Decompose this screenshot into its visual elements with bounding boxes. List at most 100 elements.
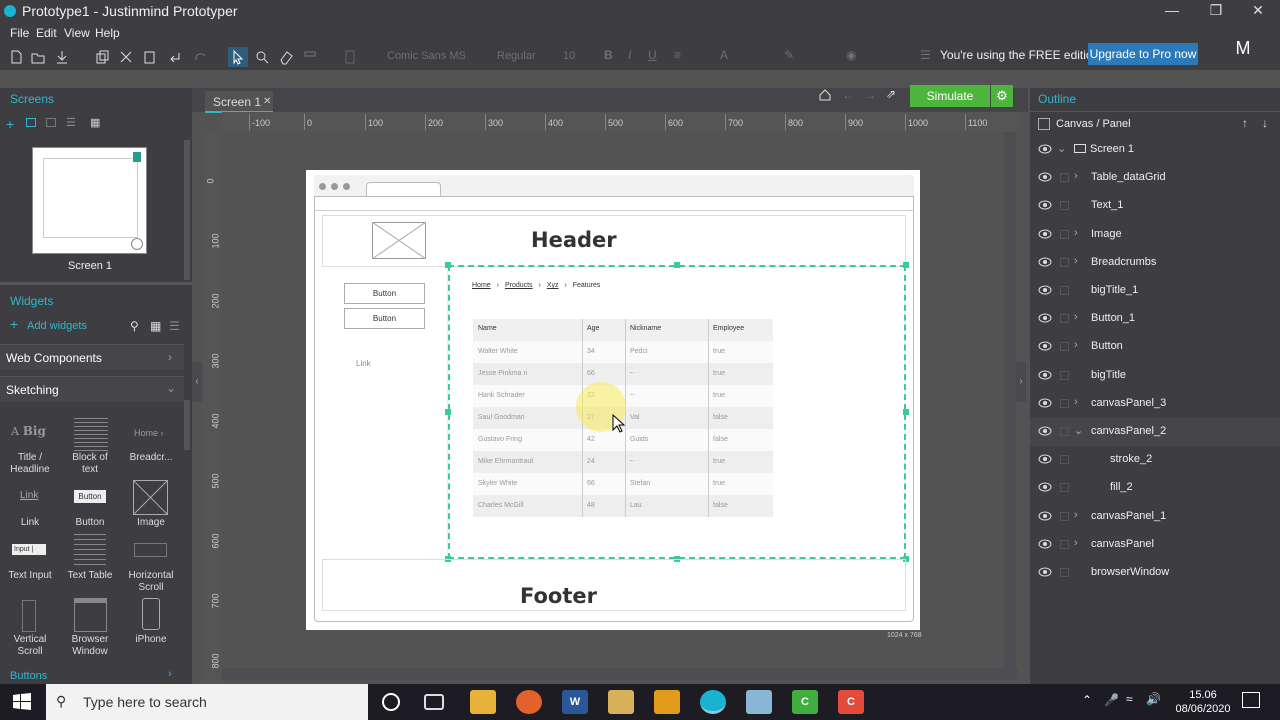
search-icon[interactable]: ⚲ <box>130 319 139 333</box>
image-icon[interactable] <box>133 480 168 515</box>
menu-edit[interactable]: Edit <box>36 26 57 40</box>
app-icon[interactable] <box>608 690 634 714</box>
recorder-icon[interactable]: C <box>838 690 864 714</box>
zoom-icon[interactable] <box>252 47 272 67</box>
table-header-cell[interactable]: Age <box>587 325 599 332</box>
tray-chevron-icon[interactable]: ⌃ <box>1082 693 1092 707</box>
forward-arrow-icon[interactable]: → <box>864 88 876 102</box>
music-app-icon[interactable] <box>654 690 680 714</box>
add-widgets-icon[interactable]: + <box>10 316 18 332</box>
eye-icon[interactable] <box>1038 172 1052 182</box>
lock-checkbox[interactable] <box>1060 342 1069 352</box>
eye-icon[interactable] <box>1038 229 1052 239</box>
resize-handle[interactable] <box>445 409 451 415</box>
eye-icon[interactable] <box>1038 398 1052 408</box>
eye-icon[interactable] <box>1038 511 1052 521</box>
outline-item[interactable]: browserWindow <box>1030 559 1280 587</box>
format-painter-icon[interactable] <box>300 47 320 67</box>
chevron-right-icon[interactable]: › <box>1074 311 1078 323</box>
browser-icon[interactable] <box>74 598 107 632</box>
outline-item[interactable]: ⌄ Screen 1 <box>1030 136 1280 164</box>
breadcrumb-xyz[interactable]: Xyz <box>547 282 559 289</box>
home-icon[interactable] <box>818 88 832 102</box>
screen-thumbnail[interactable] <box>32 147 147 254</box>
breadcrumb-widget-icon[interactable]: Home › <box>134 428 164 438</box>
scrollbar[interactable] <box>184 140 190 280</box>
open-folder-icon[interactable] <box>28 47 48 67</box>
app-icon[interactable] <box>746 690 772 714</box>
file-explorer-icon[interactable] <box>470 690 496 714</box>
upgrade-button[interactable]: Upgrade to Pro now <box>1088 43 1198 65</box>
category-sketching[interactable]: Sketching ⌄ <box>0 376 184 402</box>
word-icon[interactable]: W <box>562 690 588 714</box>
close-window-button[interactable]: ✕ <box>1236 0 1280 22</box>
shape-icon[interactable] <box>340 47 360 67</box>
lock-checkbox[interactable] <box>1060 229 1069 239</box>
eye-icon[interactable] <box>1038 341 1052 351</box>
outline-item[interactable]: bigTitle_1 <box>1030 277 1280 305</box>
chevron-down-icon[interactable]: ⌄ <box>1074 424 1083 437</box>
chevron-down-icon[interactable]: ⌄ <box>1057 142 1066 155</box>
eraser-icon[interactable] <box>276 47 296 67</box>
menu-file[interactable]: File <box>10 26 29 40</box>
copy-icon[interactable] <box>92 47 112 67</box>
outline-item[interactable]: › Image <box>1030 221 1280 249</box>
resize-handle[interactable] <box>445 262 451 268</box>
bold-icon[interactable]: B <box>604 48 613 62</box>
user-avatar[interactable]: M <box>1220 34 1266 64</box>
chevron-right-icon[interactable]: › <box>1074 227 1078 239</box>
lock-checkbox[interactable] <box>1060 398 1069 408</box>
outline-item[interactable]: Text_1 <box>1030 192 1280 220</box>
title-widget-icon[interactable]: A Big <box>11 424 46 438</box>
outline-item[interactable]: › Button <box>1030 333 1280 361</box>
arrow-down-icon[interactable]: ↓ <box>1262 116 1268 130</box>
eye-icon[interactable] <box>1038 426 1052 436</box>
list-view-icon[interactable]: ☰ <box>169 319 180 333</box>
camtasia-icon[interactable]: C <box>792 690 818 714</box>
align-icon[interactable]: ≡ <box>674 48 681 62</box>
outline-item[interactable]: › canvasPanel_3 <box>1030 390 1280 418</box>
resize-handle[interactable] <box>674 262 680 268</box>
lock-checkbox[interactable] <box>1060 173 1069 183</box>
resize-handle[interactable] <box>903 262 909 268</box>
outline-item[interactable]: › Table_dataGrid <box>1030 164 1280 192</box>
justinmind-app-icon[interactable] <box>700 690 726 714</box>
table-row[interactable] <box>473 341 773 363</box>
volume-icon[interactable]: 🔊 <box>1146 692 1161 706</box>
back-arrow-icon[interactable]: ← <box>842 88 854 102</box>
link-widget-icon[interactable]: Link <box>20 490 38 501</box>
outline-item[interactable]: stroke_2 <box>1030 446 1280 474</box>
outline-item[interactable]: bigTitle <box>1030 362 1280 390</box>
resize-handle[interactable] <box>903 409 909 415</box>
grid-view-icon[interactable]: ▦ <box>90 116 100 129</box>
stroke-icon[interactable]: ✎ <box>784 48 794 62</box>
undo-icon[interactable] <box>165 47 185 67</box>
underline-icon[interactable]: U <box>648 48 657 62</box>
menu-help[interactable]: Help <box>95 26 120 40</box>
table-icon[interactable] <box>74 534 106 566</box>
add-widgets-link[interactable]: Add widgets <box>27 320 87 332</box>
vertical-scrollbar[interactable] <box>1004 132 1016 668</box>
collapse-right-icon[interactable]: › <box>1016 362 1026 402</box>
paste-icon[interactable] <box>140 47 160 67</box>
breadcrumb-products[interactable]: Products <box>505 282 533 289</box>
arrow-up-icon[interactable]: ↑ <box>1242 116 1248 130</box>
lock-checkbox[interactable] <box>1060 201 1069 211</box>
breadcrumbs[interactable]: Home › Products › Xyz › Features <box>472 282 600 289</box>
iphone-icon[interactable] <box>142 598 160 630</box>
eye-icon[interactable] <box>1038 285 1052 295</box>
mockup-button-1[interactable]: Button <box>344 283 425 304</box>
windows-start-icon[interactable] <box>12 692 32 712</box>
chevron-right-icon[interactable]: › <box>1074 339 1078 351</box>
tab-screen-1[interactable]: Screen 1 ✕ <box>205 91 273 113</box>
text-color-icon[interactable]: A <box>720 48 728 62</box>
vscroll-icon[interactable] <box>22 600 36 632</box>
text-input-icon[interactable]: Input | <box>12 544 46 555</box>
close-tab-icon[interactable]: ✕ <box>263 91 271 113</box>
redo-icon[interactable] <box>190 47 210 67</box>
table-header-cell[interactable]: Employee <box>713 325 744 332</box>
font-size-select[interactable]: 10 <box>563 50 575 62</box>
outline-item[interactable]: › canvasPanel <box>1030 531 1280 559</box>
font-family-select[interactable]: Comic Sans MS <box>387 50 466 62</box>
category-web-components[interactable]: Web Components › <box>0 344 184 370</box>
